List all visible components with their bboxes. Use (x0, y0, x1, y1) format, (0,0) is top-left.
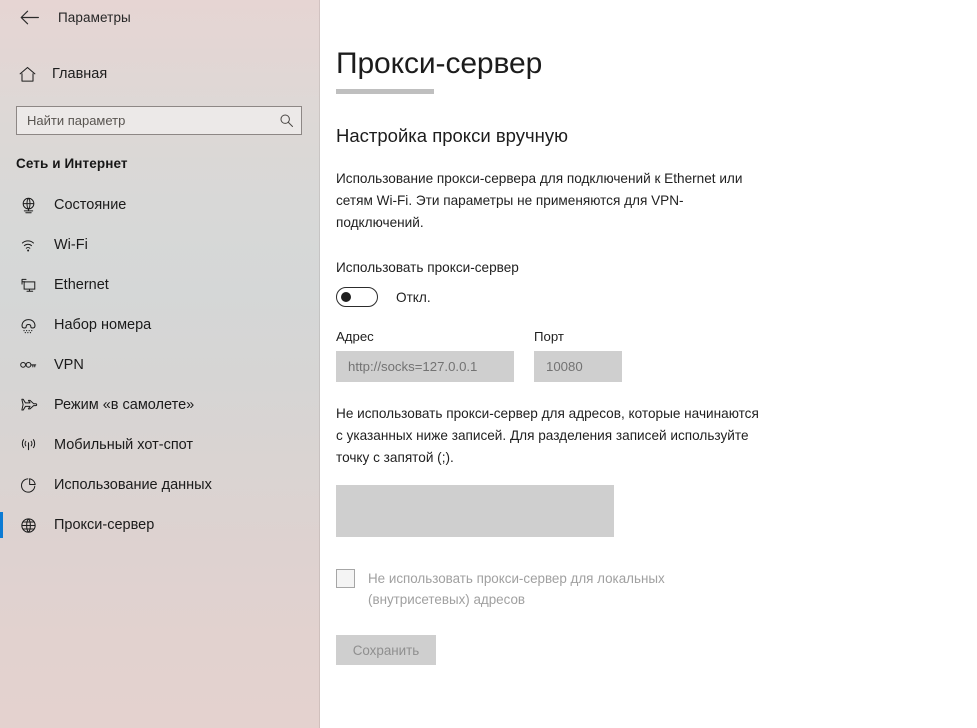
sidebar-item-label: Прокси-сервер (54, 517, 155, 533)
port-input[interactable]: 10080 (534, 351, 622, 382)
exceptions-description: Не использовать прокси-сервер для адресо… (336, 406, 759, 465)
use-proxy-toggle[interactable] (336, 287, 378, 307)
sidebar-item-airplane-mode[interactable]: Режим «в самолете» (0, 385, 320, 425)
sidebar-item-vpn[interactable]: VPN (0, 345, 320, 385)
sidebar-item-label: Набор номера (54, 317, 152, 333)
sidebar-item-label: Использование данных (54, 477, 212, 493)
use-proxy-label: Использовать прокси-сервер (336, 260, 519, 275)
sidebar-nav: Состояние Wi-Fi Ethernet Набор номера VP… (0, 185, 320, 545)
sidebar-item-proxy[interactable]: Прокси-сервер (0, 505, 320, 545)
sidebar-item-label: Ethernet (54, 277, 109, 293)
back-button[interactable] (14, 2, 44, 32)
title-underline (336, 89, 434, 94)
sidebar-item-label: Wi-Fi (54, 237, 88, 253)
sidebar-item-ethernet[interactable]: Ethernet (0, 265, 320, 305)
toggle-knob (340, 292, 351, 302)
toggle-state-label: Откл. (396, 289, 431, 305)
globe-icon (16, 513, 40, 537)
settings-window: Параметры Главная Сеть и Интернет (0, 0, 977, 728)
bypass-local-row[interactable]: Не использовать прокси-сервер для локаль… (336, 568, 977, 610)
window-titlebar: Параметры (0, 0, 320, 34)
search-icon[interactable] (278, 113, 294, 129)
main-content: Прокси-сервер Настройка прокси вручную И… (320, 0, 977, 728)
search-box[interactable] (16, 106, 302, 135)
address-group: Адрес http://socks=127.0.0.1 (336, 329, 514, 382)
sidebar-item-dialup[interactable]: Набор номера (0, 305, 320, 345)
sidebar-item-status[interactable]: Состояние (0, 185, 320, 225)
sidebar-item-label: VPN (54, 357, 84, 373)
dialup-phone-icon (16, 313, 40, 337)
status-globe-icon (16, 193, 40, 217)
bypass-local-label: Не использовать прокси-сервер для локаль… (368, 571, 665, 607)
use-proxy-toggle-row: Откл. (336, 287, 977, 307)
sidebar-item-label: Режим «в самолете» (54, 397, 195, 413)
sidebar-item-mobile-hotspot[interactable]: Мобильный хот-спот (0, 425, 320, 465)
section-heading: Настройка прокси вручную (336, 125, 568, 146)
home-icon (14, 65, 40, 84)
airplane-icon (16, 393, 40, 417)
exceptions-textarea[interactable] (336, 485, 614, 537)
hotspot-icon (16, 433, 40, 457)
wifi-icon (16, 233, 40, 257)
save-button[interactable]: Сохранить (336, 635, 436, 665)
bypass-local-checkbox[interactable] (336, 569, 355, 588)
sidebar-item-label: Состояние (54, 197, 127, 213)
port-label: Порт (534, 329, 564, 344)
pie-chart-icon (16, 473, 40, 497)
address-port-row: Адрес http://socks=127.0.0.1 Порт 10080 (336, 329, 977, 382)
sidebar: Параметры Главная Сеть и Интернет (0, 0, 320, 728)
vpn-icon (16, 353, 40, 377)
address-label: Адрес (336, 329, 374, 344)
page-title: Прокси-сервер (336, 47, 543, 80)
app-title: Параметры (58, 9, 131, 25)
port-group: Порт 10080 (534, 329, 622, 382)
sidebar-item-data-usage[interactable]: Использование данных (0, 465, 320, 505)
proxy-description: Использование прокси-сервера для подключ… (336, 171, 743, 230)
sidebar-item-wifi[interactable]: Wi-Fi (0, 225, 320, 265)
address-input[interactable]: http://socks=127.0.0.1 (336, 351, 514, 382)
sidebar-item-home[interactable]: Главная (0, 54, 320, 94)
sidebar-section-title: Сеть и Интернет (16, 156, 128, 171)
search-input[interactable] (27, 107, 278, 134)
sidebar-home-label: Главная (52, 66, 108, 82)
sidebar-item-label: Мобильный хот-спот (54, 437, 194, 453)
ethernet-icon (16, 273, 40, 297)
